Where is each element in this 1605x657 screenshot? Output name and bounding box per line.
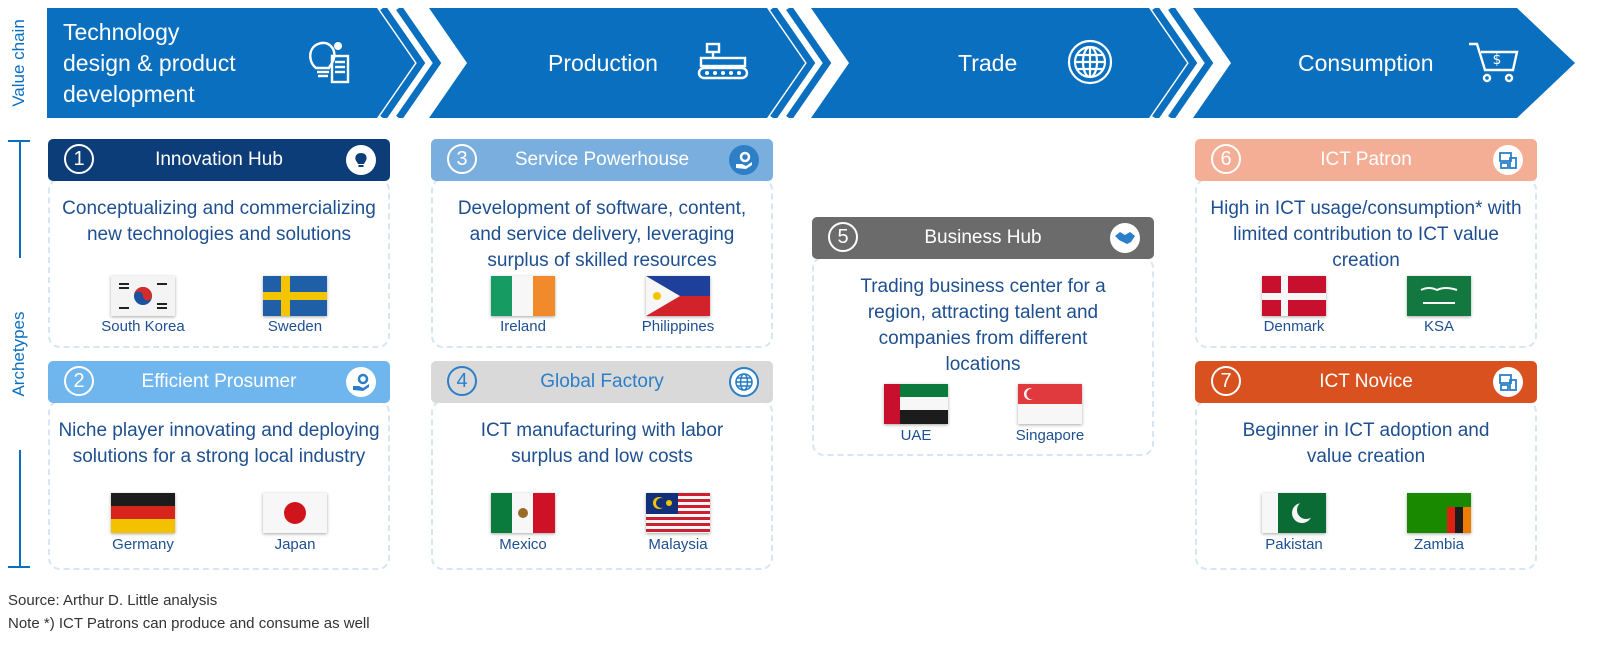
chain-stage-production-label: Production bbox=[548, 50, 658, 76]
devices-icon bbox=[1493, 367, 1523, 397]
country-name: Pakistan bbox=[1265, 536, 1323, 553]
archetypes-axis-line-bottom bbox=[19, 450, 21, 568]
archetype-description: Conceptualizing and commercializing new … bbox=[62, 198, 376, 245]
archetype-title: Service Powerhouse bbox=[514, 149, 690, 170]
archetype-title: Innovation Hub bbox=[155, 149, 283, 170]
archetype-description: Beginner in ICT adoption and value creat… bbox=[1242, 420, 1490, 467]
ict-novice-header: 7 ICT Novice bbox=[1195, 361, 1537, 403]
country-name: UAE bbox=[900, 427, 932, 444]
flag-singapore bbox=[1018, 384, 1082, 424]
country-name: Malaysia bbox=[648, 536, 708, 553]
flag-malaysia bbox=[646, 493, 710, 533]
archetype-description: Niche player innovating and deploying so… bbox=[58, 420, 380, 467]
efficient-prosumer-header: 2 Efficient Prosumer bbox=[48, 361, 390, 403]
archetype-title: ICT Patron bbox=[1320, 149, 1412, 170]
country-name: Ireland bbox=[500, 318, 546, 335]
handshake-icon bbox=[1110, 223, 1140, 253]
flag-uae bbox=[884, 384, 948, 424]
hand-gear-icon bbox=[346, 367, 376, 397]
archetype-description: ICT manufacturing with labor surplus and… bbox=[480, 420, 724, 467]
ict-patron-header: 6 ICT Patron bbox=[1195, 139, 1537, 181]
chain-stage-trade-label: Trade bbox=[958, 50, 1018, 76]
footnote: Note *) ICT Patrons can produce and cons… bbox=[8, 615, 370, 632]
chain-stage-consumption-label: Consumption bbox=[1298, 50, 1434, 76]
country-name: Zambia bbox=[1413, 536, 1465, 553]
country-name: Philippines bbox=[641, 318, 715, 335]
country-name: Sweden bbox=[267, 318, 323, 335]
country-name: KSA bbox=[1423, 318, 1454, 335]
innovation-hub-header: 1 Innovation Hub bbox=[48, 139, 390, 181]
hand-gear-icon bbox=[729, 145, 759, 175]
global-factory-header: 4 Global Factory bbox=[431, 361, 773, 403]
flag-ksa bbox=[1407, 276, 1471, 316]
archetype-title: ICT Novice bbox=[1319, 371, 1413, 392]
flag-philippines bbox=[646, 276, 710, 316]
country-name: Denmark bbox=[1263, 318, 1325, 335]
flag-denmark bbox=[1262, 276, 1326, 316]
archetypes-axis-label: Archetypes bbox=[9, 311, 28, 397]
chain-stage-tech-label: Technology design & product development bbox=[63, 19, 236, 107]
flag-south-korea bbox=[111, 276, 175, 316]
flag-zambia bbox=[1407, 493, 1471, 533]
flag-pakistan bbox=[1262, 493, 1326, 533]
flag-germany bbox=[111, 493, 175, 533]
value-chain-axis-label: Value chain bbox=[9, 19, 28, 107]
archetype-title: Efficient Prosumer bbox=[141, 371, 297, 392]
svg-text:$: $ bbox=[1493, 52, 1502, 68]
lightbulb-gear-icon bbox=[309, 41, 350, 84]
country-name: Singapore bbox=[1015, 427, 1085, 444]
flag-japan bbox=[263, 493, 327, 533]
archetype-description: Trading business center for a region, at… bbox=[860, 276, 1106, 375]
flag-ireland bbox=[491, 276, 555, 316]
country-name: Germany bbox=[112, 536, 174, 553]
archetypes-axis-line-top bbox=[19, 140, 21, 258]
flag-mexico bbox=[491, 493, 555, 533]
source-note: Source: Arthur D. Little analysis bbox=[8, 592, 218, 609]
country-name: Mexico bbox=[499, 536, 547, 553]
globe-icon bbox=[1067, 39, 1113, 85]
archetype-description: High in ICT usage/consumption* with limi… bbox=[1210, 198, 1522, 271]
archetypes-axis-cap-top bbox=[8, 140, 30, 142]
shopping-cart-dollar-icon: $ bbox=[1469, 42, 1519, 83]
country-name: South Korea bbox=[101, 318, 185, 335]
lightbulb-icon bbox=[346, 145, 376, 175]
archetypes-axis-cap-bottom bbox=[8, 566, 30, 568]
archetype-title: Business Hub bbox=[924, 227, 1042, 248]
archetype-title: Global Factory bbox=[540, 371, 664, 392]
flag-sweden bbox=[263, 276, 327, 316]
service-powerhouse-header: 3 Service Powerhouse bbox=[431, 139, 773, 181]
business-hub-header: 5 Business Hub bbox=[812, 217, 1154, 259]
devices-icon bbox=[1493, 145, 1523, 175]
globe-icon bbox=[729, 367, 759, 397]
archetype-description: Development of software, content, and se… bbox=[457, 198, 747, 271]
country-name: Japan bbox=[274, 536, 316, 553]
factory-conveyor-icon bbox=[697, 42, 749, 80]
